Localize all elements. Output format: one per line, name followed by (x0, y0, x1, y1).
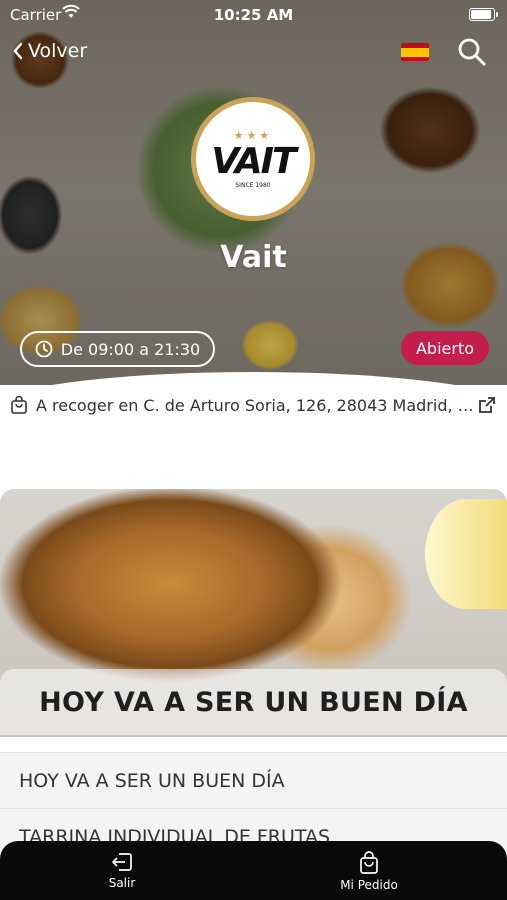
list-item[interactable]: HOY VA A SER UN BUEN DÍA (0, 752, 507, 808)
pickup-address: A recoger en C. de Arturo Soria, 126, 28… (36, 395, 476, 415)
battery-icon (469, 8, 498, 21)
logo-brand: VAIT (211, 141, 296, 182)
opening-hours-pill: De 09:00 a 21:30 (20, 331, 215, 367)
category-title: HOY VA A SER UN BUEN DÍA (39, 686, 468, 718)
butter-image (425, 499, 507, 609)
status-bar: Carrier 10:25 AM (0, 0, 507, 28)
spain-flag-icon[interactable] (401, 43, 429, 61)
tab-exit[interactable]: Salir (62, 851, 182, 890)
tab-my-order[interactable]: Mi Pedido (309, 851, 429, 892)
clock-icon (35, 340, 53, 358)
tab-my-order-label: Mi Pedido (340, 878, 398, 892)
category-banner[interactable]: HOY VA A SER UN BUEN DÍA (0, 489, 507, 737)
pickup-address-row[interactable]: A recoger en C. de Arturo Soria, 126, 28… (0, 388, 507, 422)
store-name: Vait (220, 240, 287, 275)
shopping-bag-icon (360, 851, 378, 874)
logo-since: SINCE 1980 (235, 182, 271, 189)
list-item-label: HOY VA A SER UN BUEN DÍA (19, 769, 285, 792)
tab-bar: Salir Mi Pedido (0, 841, 507, 900)
shopping-bag-icon (11, 395, 27, 414)
back-label: Volver (28, 40, 88, 62)
hours-label: De 09:00 a 21:30 (60, 339, 201, 359)
store-logo: ★★★ VAIT SINCE 1980 (191, 97, 315, 221)
chevron-left-icon (13, 42, 23, 60)
category-title-band: HOY VA A SER UN BUEN DÍA (0, 669, 507, 735)
tab-exit-label: Salir (108, 876, 136, 890)
back-button[interactable]: Volver (12, 40, 87, 62)
exit-icon (112, 853, 132, 871)
status-badge: Abierto (401, 331, 489, 365)
search-icon[interactable] (456, 36, 488, 68)
store-hero-image: Carrier 10:25 AM Volver ★★★ VAIT SINCE 1… (0, 0, 507, 385)
clock: 10:25 AM (213, 6, 294, 24)
external-link-icon[interactable] (477, 395, 497, 415)
